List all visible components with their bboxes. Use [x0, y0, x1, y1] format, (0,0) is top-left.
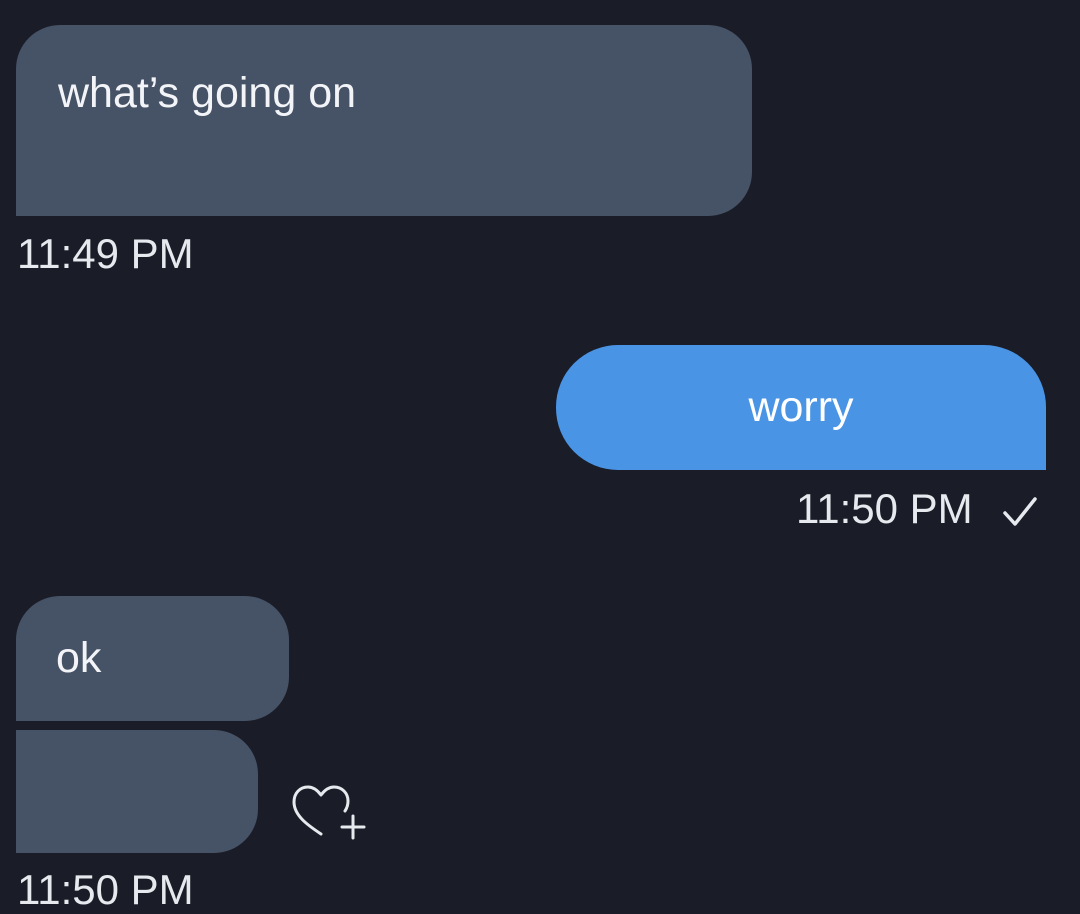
- message-bubble-incoming[interactable]: what’s going on: [16, 25, 752, 216]
- message-bubble-incoming[interactable]: [16, 730, 258, 853]
- message-text: ok: [56, 634, 102, 682]
- heart-plus-icon[interactable]: [287, 780, 371, 844]
- message-timestamp: 11:50 PM: [796, 485, 973, 532]
- check-icon: [1003, 497, 1037, 526]
- message-text: worry: [748, 383, 854, 431]
- message-bubble-outgoing[interactable]: worry: [556, 345, 1046, 470]
- message-text: what’s going on: [58, 69, 357, 117]
- message-timestamp: 11:49 PM: [17, 230, 194, 277]
- message-bubble-incoming[interactable]: ok: [16, 596, 289, 721]
